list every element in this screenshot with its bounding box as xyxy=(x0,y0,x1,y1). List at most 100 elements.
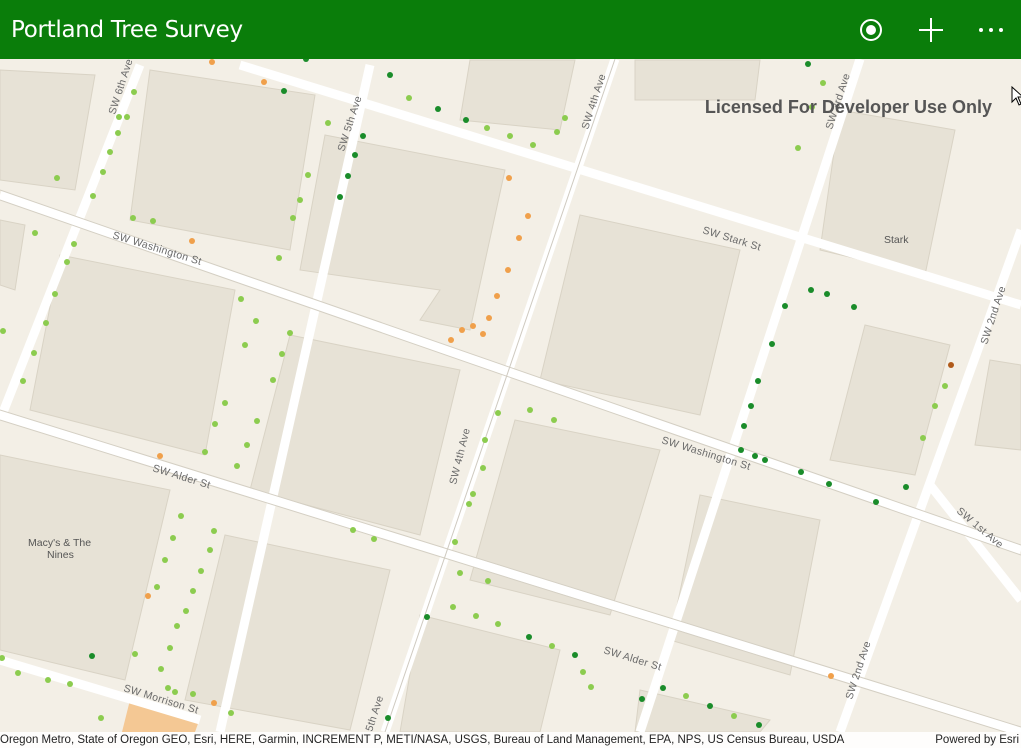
tree-point[interactable] xyxy=(466,501,472,507)
map-canvas[interactable]: SW 6th Ave SW 5th Ave SW 4th Ave SW 4th … xyxy=(0,59,1021,732)
tree-point[interactable] xyxy=(580,669,586,675)
tree-point[interactable] xyxy=(190,588,196,594)
tree-point[interactable] xyxy=(350,527,356,533)
tree-point[interactable] xyxy=(480,465,486,471)
tree-point[interactable] xyxy=(480,331,486,337)
tree-point[interactable] xyxy=(297,197,303,203)
tree-point[interactable] xyxy=(207,547,213,553)
tree-point[interactable] xyxy=(190,691,196,697)
tree-point[interactable] xyxy=(457,570,463,576)
tree-point[interactable] xyxy=(211,528,217,534)
tree-point[interactable] xyxy=(551,417,557,423)
tree-point[interactable] xyxy=(459,327,465,333)
tree-point[interactable] xyxy=(100,169,106,175)
tree-point[interactable] xyxy=(54,175,60,181)
tree-point[interactable] xyxy=(167,645,173,651)
tree-point[interactable] xyxy=(920,435,926,441)
tree-point[interactable] xyxy=(211,700,217,706)
tree-point[interactable] xyxy=(371,536,377,542)
tree-point[interactable] xyxy=(209,59,215,65)
tree-point[interactable] xyxy=(507,133,513,139)
tree-point[interactable] xyxy=(131,89,137,95)
powered-by-esri[interactable]: Powered by Esri xyxy=(935,732,1019,748)
tree-point[interactable] xyxy=(486,315,492,321)
tree-point[interactable] xyxy=(805,61,811,67)
tree-point[interactable] xyxy=(435,106,441,112)
tree-point[interactable] xyxy=(98,715,104,721)
tree-point[interactable] xyxy=(0,328,6,334)
tree-point[interactable] xyxy=(484,125,490,131)
tree-point[interactable] xyxy=(115,130,121,136)
tree-point[interactable] xyxy=(360,133,366,139)
tree-point[interactable] xyxy=(387,72,393,78)
tree-point[interactable] xyxy=(463,117,469,123)
tree-point[interactable] xyxy=(588,684,594,690)
tree-point[interactable] xyxy=(130,215,136,221)
tree-point[interactable] xyxy=(162,557,168,563)
tree-point[interactable] xyxy=(494,293,500,299)
tree-point[interactable] xyxy=(406,95,412,101)
tree-point[interactable] xyxy=(525,213,531,219)
tree-point[interactable] xyxy=(15,670,21,676)
tree-point[interactable] xyxy=(67,681,73,687)
tree-point[interactable] xyxy=(178,513,184,519)
tree-point[interactable] xyxy=(150,218,156,224)
tree-point[interactable] xyxy=(731,713,737,719)
tree-point[interactable] xyxy=(942,383,948,389)
tree-point[interactable] xyxy=(798,469,804,475)
tree-point[interactable] xyxy=(325,120,331,126)
tree-point[interactable] xyxy=(183,608,189,614)
tree-point[interactable] xyxy=(212,421,218,427)
tree-point[interactable] xyxy=(89,653,95,659)
tree-point[interactable] xyxy=(64,259,70,265)
tree-point[interactable] xyxy=(873,499,879,505)
tree-point[interactable] xyxy=(473,613,479,619)
tree-point[interactable] xyxy=(752,453,758,459)
tree-point[interactable] xyxy=(762,457,768,463)
tree-point[interactable] xyxy=(530,142,536,148)
tree-point[interactable] xyxy=(707,703,713,709)
tree-point[interactable] xyxy=(824,291,830,297)
tree-point[interactable] xyxy=(132,651,138,657)
tree-point[interactable] xyxy=(448,337,454,343)
tree-point[interactable] xyxy=(452,539,458,545)
tree-point[interactable] xyxy=(253,318,259,324)
tree-point[interactable] xyxy=(485,578,491,584)
tree-point[interactable] xyxy=(505,267,511,273)
tree-point[interactable] xyxy=(526,634,532,640)
tree-point[interactable] xyxy=(782,303,788,309)
tree-point[interactable] xyxy=(116,114,122,120)
tree-point[interactable] xyxy=(470,491,476,497)
tree-point[interactable] xyxy=(826,481,832,487)
tree-point[interactable] xyxy=(495,410,501,416)
tree-point[interactable] xyxy=(769,341,775,347)
tree-point[interactable] xyxy=(279,351,285,357)
tree-point[interactable] xyxy=(828,673,834,679)
tree-point[interactable] xyxy=(281,88,287,94)
map-view[interactable]: SW 6th Ave SW 5th Ave SW 4th Ave SW 4th … xyxy=(0,59,1021,732)
tree-point[interactable] xyxy=(158,666,164,672)
tree-point[interactable] xyxy=(174,623,180,629)
tree-point[interactable] xyxy=(660,685,666,691)
tree-point[interactable] xyxy=(172,689,178,695)
tree-point[interactable] xyxy=(107,149,113,155)
tree-point[interactable] xyxy=(506,175,512,181)
tree-point[interactable] xyxy=(527,407,533,413)
tree-point[interactable] xyxy=(238,296,244,302)
tree-point[interactable] xyxy=(756,722,762,728)
tree-point[interactable] xyxy=(242,342,248,348)
tree-point[interactable] xyxy=(903,484,909,490)
tree-point[interactable] xyxy=(549,643,555,649)
add-button[interactable] xyxy=(901,0,961,59)
tree-point[interactable] xyxy=(261,79,267,85)
tree-point[interactable] xyxy=(71,241,77,247)
tree-point[interactable] xyxy=(795,145,801,151)
tree-point[interactable] xyxy=(948,362,954,368)
tree-point[interactable] xyxy=(741,423,747,429)
tree-point[interactable] xyxy=(352,152,358,158)
tree-point[interactable] xyxy=(170,535,176,541)
tree-point[interactable] xyxy=(270,377,276,383)
tree-point[interactable] xyxy=(562,115,568,121)
attribution-sources[interactable]: Oregon Metro, State of Oregon GEO, Esri,… xyxy=(0,732,844,748)
tree-point[interactable] xyxy=(234,463,240,469)
